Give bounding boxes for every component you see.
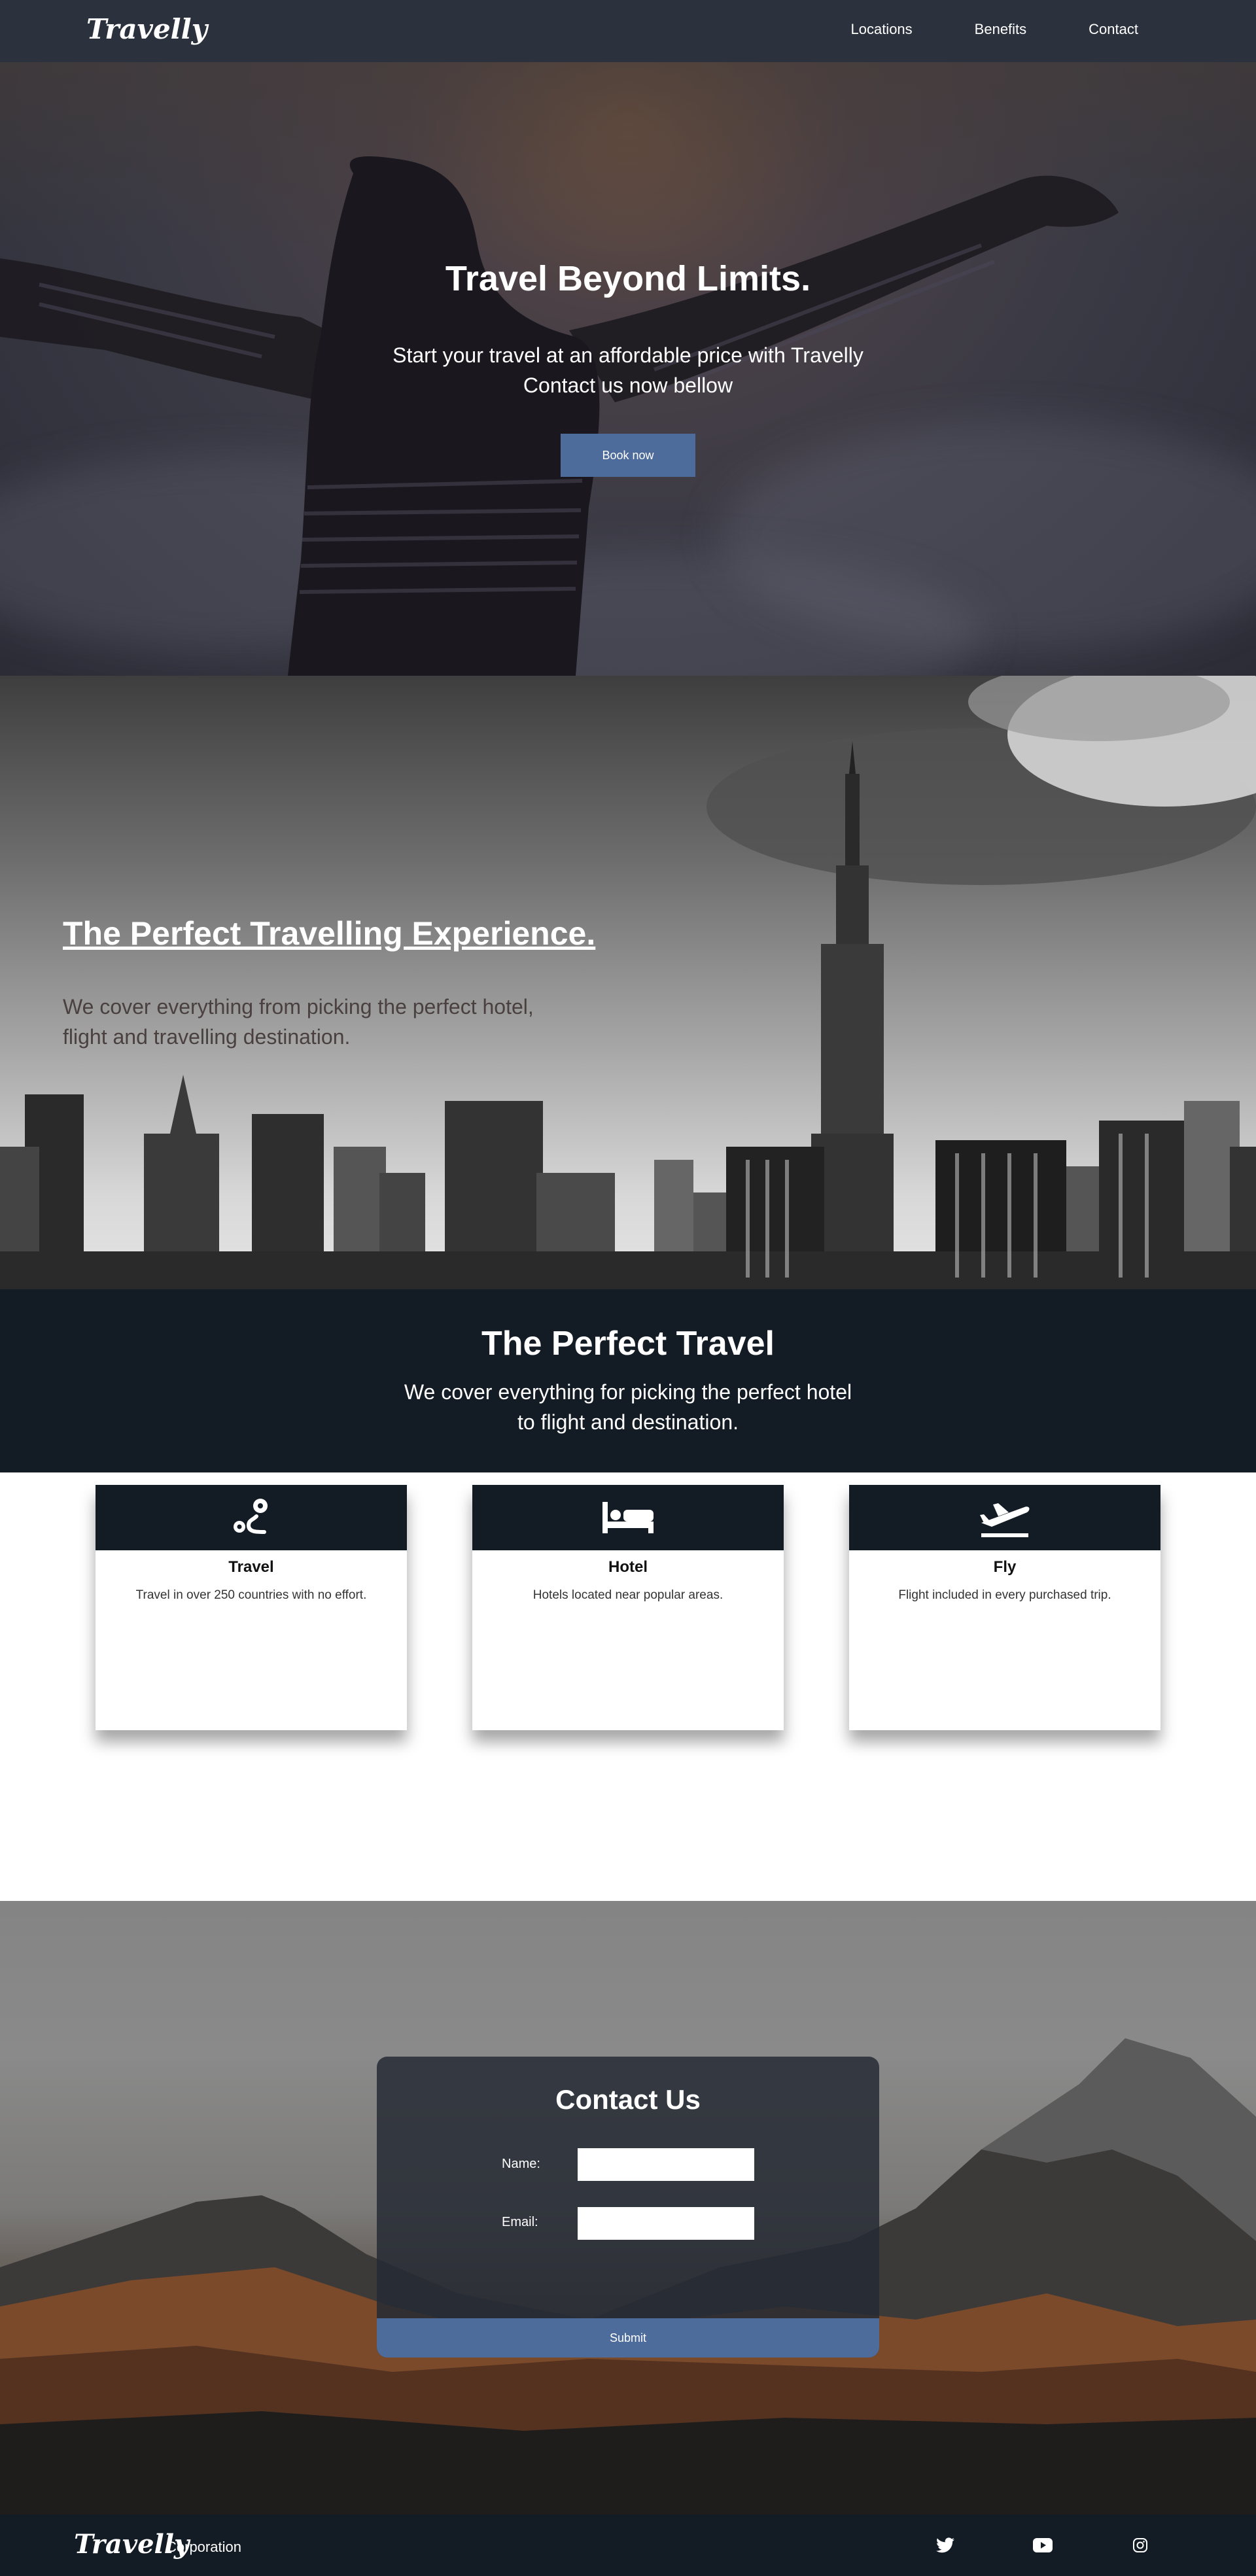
card-title: Fly bbox=[993, 1558, 1017, 1576]
book-now-button[interactable]: Book now bbox=[561, 434, 695, 477]
contact-section: Contact Us Name: Email: Submit bbox=[0, 1901, 1256, 2515]
email-input[interactable] bbox=[578, 2207, 754, 2240]
card-title: Travel bbox=[228, 1558, 274, 1576]
card-title: Hotel bbox=[608, 1558, 648, 1576]
footer: Travelly Corporation bbox=[0, 2515, 1256, 2576]
nav-link-locations[interactable]: Locations bbox=[850, 21, 912, 38]
perfect-travel-subtitle-line-1: We cover everything for picking the perf… bbox=[404, 1380, 852, 1404]
feature-card-travel: Travel Travel in over 250 countries with… bbox=[96, 1485, 407, 1730]
hero-section: Travel Beyond Limits. Start your travel … bbox=[0, 62, 1256, 676]
card-description: Travel in over 250 countries with no eff… bbox=[135, 1588, 367, 1602]
perfect-travel-subtitle-line-2: to flight and destination. bbox=[517, 1410, 739, 1434]
name-input[interactable] bbox=[578, 2148, 754, 2181]
feature-card-hotel: Hotel Hotels located near popular areas. bbox=[472, 1485, 784, 1730]
city-subtitle-line-2: flight and travelling destination. bbox=[63, 1025, 351, 1049]
instagram-icon[interactable] bbox=[1129, 2534, 1151, 2556]
top-navbar: Travelly Locations Benefits Contact bbox=[0, 0, 1256, 62]
submit-button[interactable]: Submit bbox=[377, 2318, 879, 2358]
brand-logo[interactable]: Travelly bbox=[86, 13, 207, 45]
twitter-icon[interactable] bbox=[934, 2534, 956, 2556]
perfect-travel-section: The Perfect Travel We cover everything f… bbox=[0, 1289, 1256, 1472]
hero-subtitle: Start your travel at an affordable price… bbox=[0, 340, 1256, 400]
contact-form: Contact Us Name: Email: Submit bbox=[377, 2057, 879, 2358]
city-section: The Perfect Travelling Experience. We co… bbox=[0, 676, 1256, 1289]
hero-title: Travel Beyond Limits. bbox=[445, 259, 811, 298]
footer-corporation-text: Corporation bbox=[166, 2539, 241, 2555]
card-header bbox=[96, 1485, 407, 1550]
hero-subtitle-line-2: Contact us now bellow bbox=[523, 374, 733, 397]
nav-link-contact[interactable]: Contact bbox=[1089, 21, 1138, 38]
city-skyline-image bbox=[0, 676, 1256, 1289]
card-header bbox=[849, 1485, 1160, 1550]
route-icon bbox=[234, 1499, 268, 1534]
card-description: Hotels located near popular areas. bbox=[532, 1588, 724, 1602]
email-label: Email: bbox=[502, 2215, 538, 2229]
card-description: Flight included in every purchased trip. bbox=[898, 1588, 1111, 1602]
city-section-subtitle: We cover everything from picking the per… bbox=[63, 992, 599, 1052]
plane-departure-icon bbox=[980, 1503, 1030, 1537]
bed-icon bbox=[602, 1502, 654, 1533]
contact-title: Contact Us bbox=[555, 2084, 701, 2115]
hero-subtitle-line-1: Start your travel at an affordable price… bbox=[392, 343, 864, 367]
card-header bbox=[472, 1485, 784, 1550]
perfect-travel-subtitle: We cover everything for picking the perf… bbox=[0, 1377, 1256, 1437]
city-section-title: The Perfect Travelling Experience. bbox=[63, 915, 596, 952]
nav-links: Locations Benefits Contact bbox=[788, 21, 1138, 38]
feature-card-fly: Fly Flight included in every purchased t… bbox=[849, 1485, 1160, 1730]
city-subtitle-line-1: We cover everything from picking the per… bbox=[63, 995, 534, 1018]
youtube-icon[interactable] bbox=[1032, 2534, 1054, 2556]
name-label: Name: bbox=[502, 2157, 540, 2171]
perfect-travel-title: The Perfect Travel bbox=[481, 1325, 775, 1363]
nav-link-benefits[interactable]: Benefits bbox=[975, 21, 1027, 38]
